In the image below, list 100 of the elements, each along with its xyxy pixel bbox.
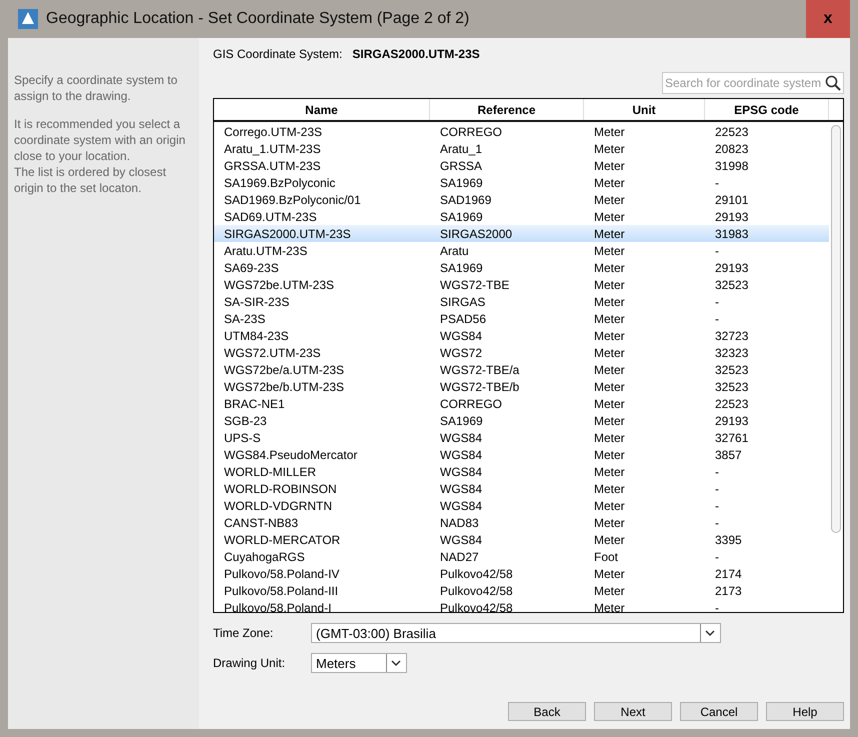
table-row[interactable]: WORLD-MERCATOR WGS84 Meter 3395 — [214, 531, 829, 548]
table-row[interactable]: SGB-23 SA1969 Meter 29193 — [214, 412, 829, 429]
table-cell-text: SIRGAS2000.UTM-23S — [223, 226, 352, 240]
table-row[interactable]: WORLD-ROBINSON WGS84 Meter - — [214, 480, 829, 497]
table-cell-text: Meter — [593, 414, 626, 428]
table-row[interactable]: SAD69.UTM-23S SA1969 Meter 29193 — [214, 208, 829, 225]
table-cell-text: 2174 — [714, 566, 743, 580]
table-row[interactable]: SA-23S PSAD56 Meter - — [214, 310, 829, 327]
table-row[interactable]: SA69-23S SA1969 Meter 29193 — [214, 259, 829, 276]
table-cell-text: Meter — [593, 192, 626, 206]
table-row[interactable]: SIRGAS2000.UTM-23S SIRGAS2000 Meter 31983 — [214, 225, 829, 242]
time-zone-dropdown[interactable]: (GMT-03:00) Brasilia — [311, 623, 721, 643]
table-row[interactable]: WGS72be.UTM-23S WGS72-TBE Meter 32523 — [214, 276, 829, 293]
table-cell-text: UTM84-23S — [223, 328, 290, 342]
column-header[interactable]: Unit — [584, 99, 705, 120]
table-row[interactable]: CANST-NB83 NAD83 Meter - — [214, 514, 829, 531]
dialog-button[interactable]: Help — [766, 702, 844, 721]
table-cell-text: CANST-NB83 — [223, 516, 300, 530]
table-cell-text: - — [714, 550, 720, 564]
table-row[interactable]: Pulkovo/58.Poland-I Pulkovo42/58 Meter - — [214, 599, 829, 612]
dialog-button[interactable]: Cancel — [680, 702, 758, 721]
search-field[interactable]: Search for coordinate system — [662, 72, 844, 94]
table-row[interactable]: UTM84-23S WGS84 Meter 32723 — [214, 327, 829, 344]
table-cell-text: Meter — [593, 464, 626, 478]
table-row[interactable]: WGS72be/a.UTM-23S WGS72-TBE/a Meter 32523 — [214, 361, 829, 378]
table-row[interactable]: BRAC-NE1 CORREGO Meter 22523 — [214, 395, 829, 412]
table-row[interactable]: CuyahogaRGS NAD27 Foot - — [214, 548, 829, 565]
table-cell-text: Meter — [593, 124, 626, 138]
table-cell-text: Meter — [593, 396, 626, 410]
table-row[interactable]: GRSSA.UTM-23S GRSSA Meter 31998 — [214, 157, 829, 174]
table-cell-text: 22523 — [714, 124, 750, 138]
table-cell-text: Meter — [593, 312, 626, 326]
table-cell-text: Pulkovo42/58 — [439, 566, 514, 580]
table-cell-text: Meter — [593, 176, 626, 190]
scrollbar-thumb[interactable] — [831, 125, 841, 533]
app-icon — [18, 9, 38, 29]
table-cell-text: Meter — [593, 210, 626, 224]
table-cell-text: 3857 — [714, 448, 743, 462]
table-row[interactable]: Pulkovo/58.Poland-III Pulkovo42/58 Meter 2173 — [214, 582, 829, 599]
gis-label: GIS Coordinate System: — [213, 47, 342, 61]
table-cell-text: 29193 — [714, 210, 750, 224]
table-cell-text: SAD69.UTM-23S — [223, 210, 318, 224]
table-cell-text: WGS72 — [439, 346, 484, 360]
column-header[interactable]: Reference — [430, 99, 584, 120]
table-cell-text: WGS84 — [439, 430, 484, 444]
table-cell-text: - — [714, 464, 720, 478]
table-row[interactable]: Pulkovo/58.Poland-IV Pulkovo42/58 Meter 2174 — [214, 565, 829, 582]
table-row[interactable]: SA1969.BzPolyconic SA1969 Meter - — [214, 174, 829, 191]
table-row[interactable]: Corrego.UTM-23S CORREGO Meter 22523 — [214, 123, 829, 140]
close-button[interactable]: x — [806, 0, 850, 38]
table-cell-text: 32523 — [714, 278, 750, 292]
table-cell-text: 32523 — [714, 380, 750, 394]
table-cell-text: Meter — [593, 362, 626, 376]
table-cell-text: 32523 — [714, 362, 750, 376]
search-icon — [825, 75, 841, 91]
table-cell-text: WORLD-ROBINSON — [223, 482, 338, 496]
table-cell-text: Meter — [593, 346, 626, 360]
dialog-button[interactable]: Back — [508, 702, 586, 721]
table-row[interactable]: Aratu_1.UTM-23S Aratu_1 Meter 20823 — [214, 140, 829, 157]
table-cell-text: GRSSA — [439, 158, 484, 172]
table-cell-text: SAD1969.BzPolyconic/01 — [223, 192, 362, 206]
table-cell-text: 2173 — [714, 584, 743, 598]
column-header[interactable]: Name — [214, 99, 430, 120]
table-row[interactable]: WGS84.PseudoMercator WGS84 Meter 3857 — [214, 446, 829, 463]
table-cell-text: - — [714, 600, 720, 612]
table-row[interactable]: WORLD-MILLER WGS84 Meter - — [214, 463, 829, 480]
table-cell-text: 3395 — [714, 532, 743, 546]
table-cell-text: 31998 — [714, 158, 750, 172]
table-cell-text: Meter — [593, 516, 626, 530]
table-row[interactable]: WGS72.UTM-23S WGS72 Meter 32323 — [214, 344, 829, 361]
table-cell-text: Pulkovo42/58 — [439, 600, 514, 612]
table-row[interactable]: Aratu.UTM-23S Aratu Meter - — [214, 242, 829, 259]
table-cell-text: Meter — [593, 158, 626, 172]
drawing-unit-dropdown[interactable]: Meters — [311, 653, 407, 673]
table-cell-text: WGS84 — [439, 498, 484, 512]
table-cell-text: 32723 — [714, 328, 750, 342]
table-cell-text: WORLD-VDGRNTN — [223, 498, 333, 512]
table-cell-text: WGS72be.UTM-23S — [223, 278, 336, 292]
dialog-button[interactable]: Next — [594, 702, 672, 721]
table-cell-text: WGS72-TBE — [439, 278, 510, 292]
table-cell-text: 29193 — [714, 414, 750, 428]
table-cell-text: WGS72.UTM-23S — [223, 346, 322, 360]
table-cell-text: - — [714, 176, 720, 190]
table-cell-text: WGS84 — [439, 482, 484, 496]
table-row[interactable]: SAD1969.BzPolyconic/01 SAD1969 Meter 29101 — [214, 191, 829, 208]
table-row[interactable]: WORLD-VDGRNTN WGS84 Meter - — [214, 497, 829, 514]
table-cell-text: Meter — [593, 142, 626, 156]
table-row[interactable]: UPS-S WGS84 Meter 32761 — [214, 429, 829, 446]
table-cell-text: CuyahogaRGS — [223, 550, 306, 564]
table-cell-text: UPS-S — [223, 430, 262, 444]
table-cell-text: - — [714, 244, 720, 258]
window-title: Geographic Location - Set Coordinate System (Page 2 of 2) — [46, 10, 470, 28]
column-header[interactable]: EPSG code — [705, 99, 829, 120]
table-cell-text: Pulkovo/58.Poland-III — [223, 584, 340, 598]
table-cell-text: 29101 — [714, 192, 750, 206]
table-cell-text: 29193 — [714, 260, 750, 274]
table-cell-text: Pulkovo/58.Poland-IV — [223, 566, 340, 580]
table-row[interactable]: SA-SIR-23S SIRGAS Meter - — [214, 293, 829, 310]
table-row[interactable]: WGS72be/b.UTM-23S WGS72-TBE/b Meter 32523 — [214, 378, 829, 395]
table-cell-text: WGS72be/b.UTM-23S — [223, 380, 346, 394]
